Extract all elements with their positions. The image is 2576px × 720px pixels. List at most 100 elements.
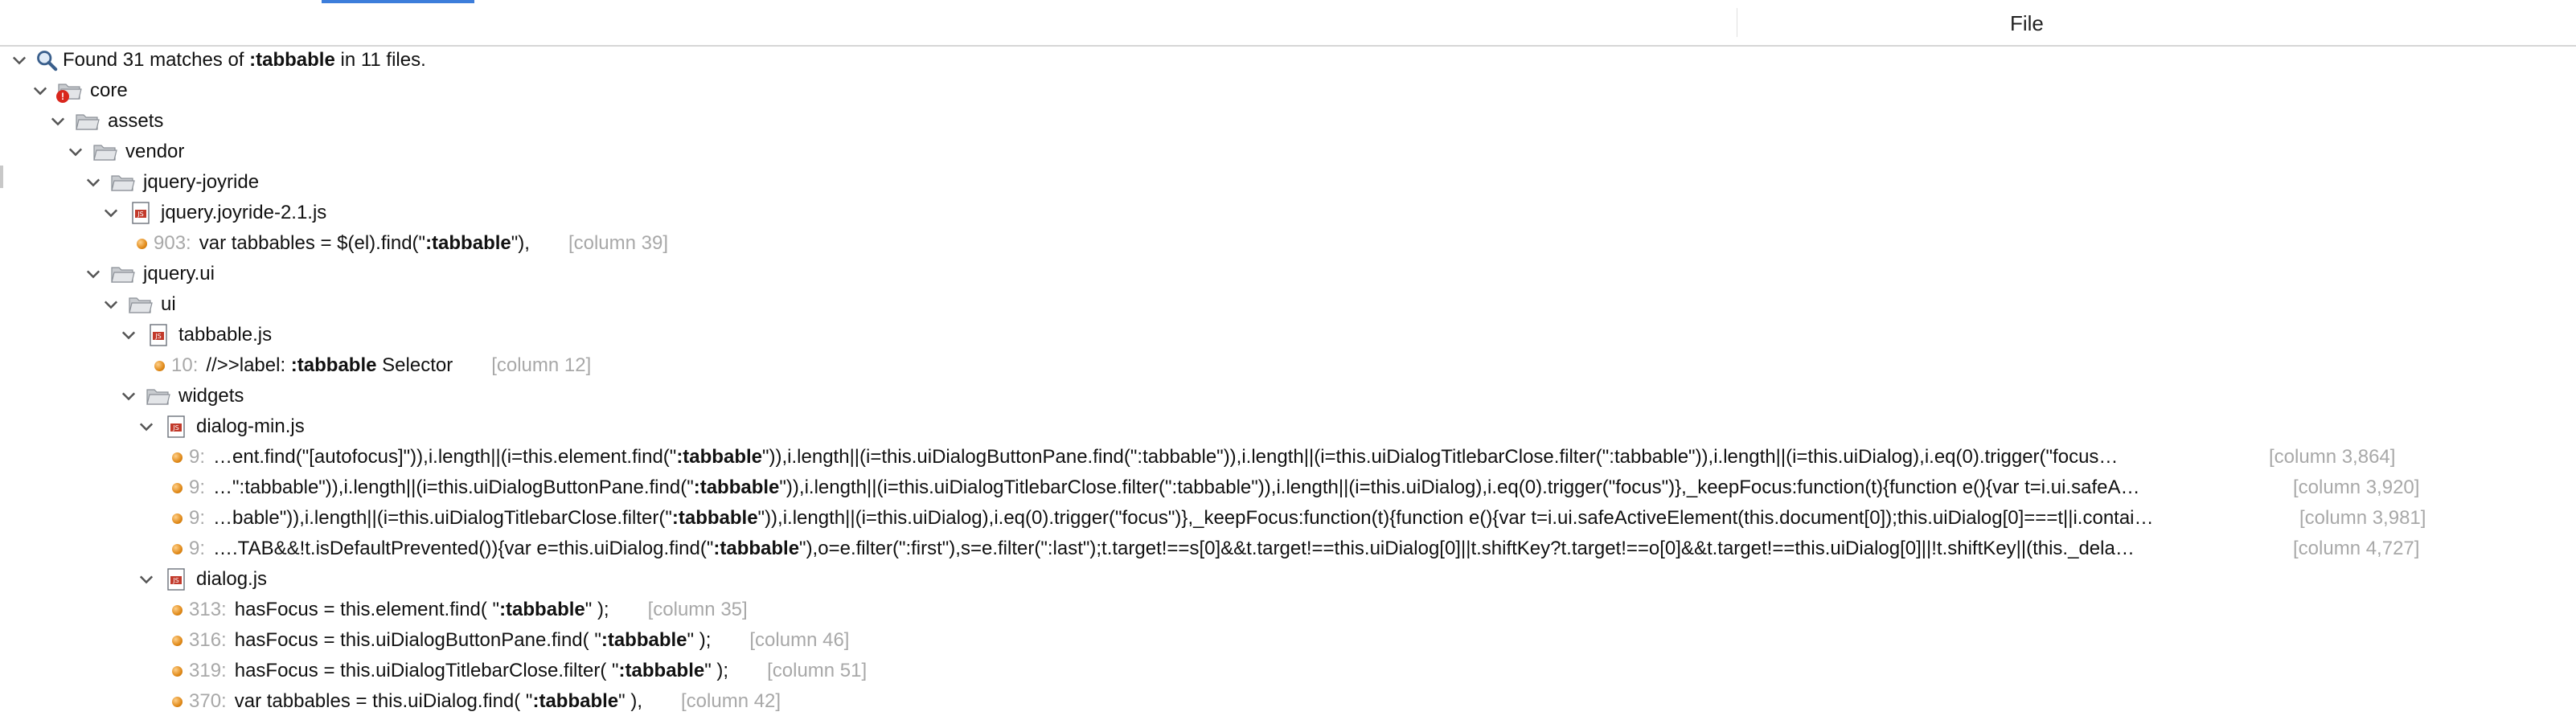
svg-text:JS: JS [172, 424, 178, 432]
js-file-icon: JS [162, 567, 190, 591]
tree-node-label: dialog.js [196, 568, 268, 590]
file-column-header[interactable]: File [2010, 11, 2044, 36]
results-header: File [0, 0, 2576, 47]
chevron-down-icon[interactable] [85, 174, 101, 190]
tree-node-tabbable-file[interactable]: JS tabbable.js [0, 320, 2576, 350]
tree-node-label: jquery.joyride-2.1.js [161, 202, 327, 223]
line-number: 9: [189, 446, 206, 468]
tree-node-core[interactable]: ! core [0, 76, 2576, 106]
chevron-down-icon[interactable] [32, 83, 48, 99]
tree-node-label: dialog-min.js [196, 415, 305, 437]
tree-node-joyride-file[interactable]: JS jquery.joyride-2.1.js [0, 198, 2576, 228]
tree-node-label: tabbable.js [178, 324, 273, 346]
match-code: hasFocus = this.uiDialogTitlebarClose.fi… [234, 660, 729, 681]
match-row[interactable]: 10: //>>label: :tabbable Selector [colum… [0, 350, 2576, 381]
tree-node-label: assets [108, 110, 164, 132]
summary-row[interactable]: Found 31 matches of :tabbable in 11 file… [0, 45, 2576, 76]
svg-text:JS: JS [172, 577, 178, 584]
tree-node-assets[interactable]: assets [0, 106, 2576, 137]
match-code: hasFocus = this.element.find( ":tabbable… [234, 599, 609, 620]
line-number: 316: [189, 629, 227, 651]
match-row[interactable]: 313: hasFocus = this.element.find( ":tab… [0, 595, 2576, 625]
column-info: [column 3,981] [2299, 507, 2426, 529]
match-row[interactable]: 9: …":tabbable")),i.length||(i=this.uiDi… [0, 472, 2576, 503]
chevron-down-icon[interactable] [121, 388, 137, 404]
folder-open-icon [127, 292, 154, 317]
column-info: [column 3,920] [2293, 477, 2420, 498]
folder-open-icon [92, 140, 119, 164]
line-number: 9: [189, 507, 206, 529]
tree-node-jquery-joyride[interactable]: jquery-joyride [0, 167, 2576, 198]
chevron-down-icon[interactable] [11, 52, 27, 68]
match-row[interactable]: 9: …bable")),i.length||(i=this.uiDialogT… [0, 503, 2576, 534]
match-row[interactable]: 903: var tabbables = $(el).find(":tabbab… [0, 228, 2576, 259]
match-code: …":tabbable")),i.length||(i=this.uiDialo… [213, 477, 2140, 498]
js-file-icon: JS [127, 201, 154, 225]
column-info: [column 39] [568, 232, 669, 254]
folder-open-icon [109, 170, 137, 194]
js-file-icon: JS [162, 415, 190, 439]
match-row[interactable]: 370: var tabbables = this.uiDialog.find(… [0, 686, 2576, 717]
match-dot-icon [172, 513, 183, 524]
match-dot-icon [137, 238, 147, 249]
match-code: //>>label: :tabbable Selector [206, 354, 453, 376]
chevron-down-icon[interactable] [68, 144, 84, 160]
chevron-down-icon[interactable] [138, 419, 154, 435]
chevron-down-icon[interactable] [103, 297, 119, 313]
column-info: [column 4,727] [2293, 538, 2420, 559]
chevron-down-icon[interactable] [138, 571, 154, 587]
match-dot-icon [172, 604, 183, 616]
tree-node-label: jquery-joyride [143, 171, 260, 193]
tree-node-widgets[interactable]: widgets [0, 381, 2576, 411]
match-code: hasFocus = this.uiDialogButtonPane.find(… [234, 629, 712, 651]
match-dot-icon [172, 482, 183, 493]
tree-node-dialog-min-file[interactable]: JS dialog-min.js [0, 411, 2576, 442]
column-info: [column 51] [767, 660, 868, 681]
column-info: [column 46] [749, 629, 850, 651]
search-results-tree: Found 31 matches of :tabbable in 11 file… [0, 45, 2576, 720]
match-row[interactable]: 319: hasFocus = this.uiDialogTitlebarClo… [0, 656, 2576, 686]
match-code: var tabbables = this.uiDialog.find( ":ta… [234, 690, 642, 712]
tree-node-label: vendor [125, 141, 185, 162]
summary-query: :tabbable [249, 49, 335, 71]
tree-node-label: widgets [178, 385, 244, 407]
column-info: [column 35] [647, 599, 748, 620]
match-dot-icon [172, 696, 183, 707]
tree-node-jquery-ui[interactable]: jquery.ui [0, 259, 2576, 289]
folder-open-icon: ! [56, 79, 84, 103]
summary-suffix: in 11 files. [334, 49, 426, 71]
tree-node-label: ui [161, 293, 176, 315]
chevron-down-icon[interactable] [103, 205, 119, 221]
line-number: 9: [189, 538, 206, 559]
chevron-down-icon[interactable] [121, 327, 137, 343]
match-code: …bable")),i.length||(i=this.uiDialogTitl… [213, 507, 2154, 529]
match-dot-icon [172, 635, 183, 646]
match-row[interactable]: 9: ….TAB&&!t.isDefaultPrevented()){var e… [0, 534, 2576, 564]
column-info: [column 3,864] [2269, 446, 2396, 468]
chevron-down-icon[interactable] [85, 266, 101, 282]
folder-open-icon [145, 384, 172, 408]
active-tab-indicator [322, 0, 474, 3]
js-file-icon: JS [145, 323, 172, 347]
line-number: 370: [189, 690, 227, 712]
tree-node-dialog-file[interactable]: JS dialog.js [0, 564, 2576, 595]
column-info: [column 42] [681, 690, 781, 712]
line-number: 903: [154, 232, 191, 254]
line-number: 319: [189, 660, 227, 681]
line-number: 9: [189, 477, 206, 498]
tree-node-ui[interactable]: ui [0, 289, 2576, 320]
match-dot-icon [172, 665, 183, 677]
match-dot-icon [172, 452, 183, 463]
column-info: [column 12] [491, 354, 592, 376]
match-row[interactable]: 9: …ent.find("[autofocus]")),i.length||(… [0, 442, 2576, 472]
tree-node-label: core [90, 80, 128, 101]
line-number: 10: [171, 354, 199, 376]
match-row[interactable]: 316: hasFocus = this.uiDialogButtonPane.… [0, 625, 2576, 656]
match-code: var tabbables = $(el).find(":tabbable"), [199, 232, 530, 254]
match-dot-icon [154, 360, 165, 371]
tree-node-vendor[interactable]: vendor [0, 137, 2576, 167]
error-badge-icon: ! [56, 90, 69, 103]
match-code: ….TAB&&!t.isDefaultPrevented()){var e=th… [213, 538, 2135, 559]
chevron-down-icon[interactable] [50, 113, 66, 129]
summary-prefix: Found 31 matches of [63, 49, 250, 71]
